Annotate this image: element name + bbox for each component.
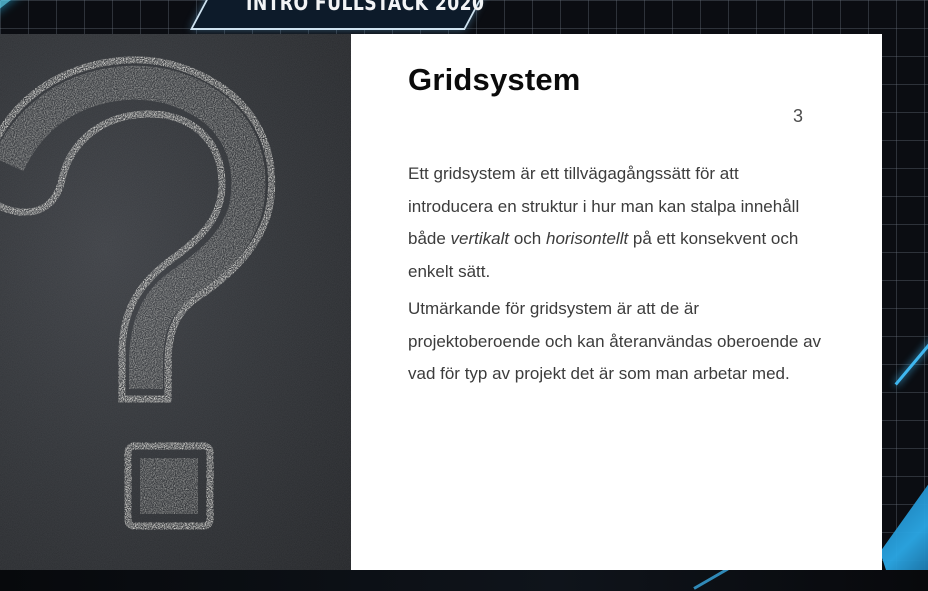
bottom-strip: [0, 570, 928, 591]
emphasis-vertical: vertikalt: [450, 229, 510, 248]
slide-content: Gridsystem 3 Ett gridsystem är ett tillv…: [351, 34, 882, 570]
video-frame: INTRO FULLSTACK 2020 Gridsystem 3 Ett gr…: [0, 0, 928, 591]
paragraph-text: och: [509, 229, 546, 248]
chalk-question-mark-icon: [0, 34, 351, 570]
paragraph-intro: Ett gridsystem är ett tillvägagångssätt …: [408, 158, 828, 288]
question-mark-image: [0, 34, 351, 570]
paragraph-characteristics: Utmärkande för gridsystem är att de är p…: [408, 299, 822, 383]
presentation-slide: Gridsystem 3 Ett gridsystem är ett tillv…: [0, 34, 882, 570]
decorative-glow-line: [894, 337, 928, 386]
slide-title: Gridsystem: [408, 62, 581, 97]
decorative-glow: [0, 0, 53, 24]
decorative-corner-shape: [880, 440, 928, 591]
emphasis-horizontal: horisontellt: [545, 229, 629, 248]
slide-body: Ett gridsystem är ett tillvägagångssätt …: [408, 158, 828, 396]
slide-page-number: 3: [793, 106, 804, 126]
course-banner-title: INTRO FULLSTACK 2020: [246, 0, 485, 15]
